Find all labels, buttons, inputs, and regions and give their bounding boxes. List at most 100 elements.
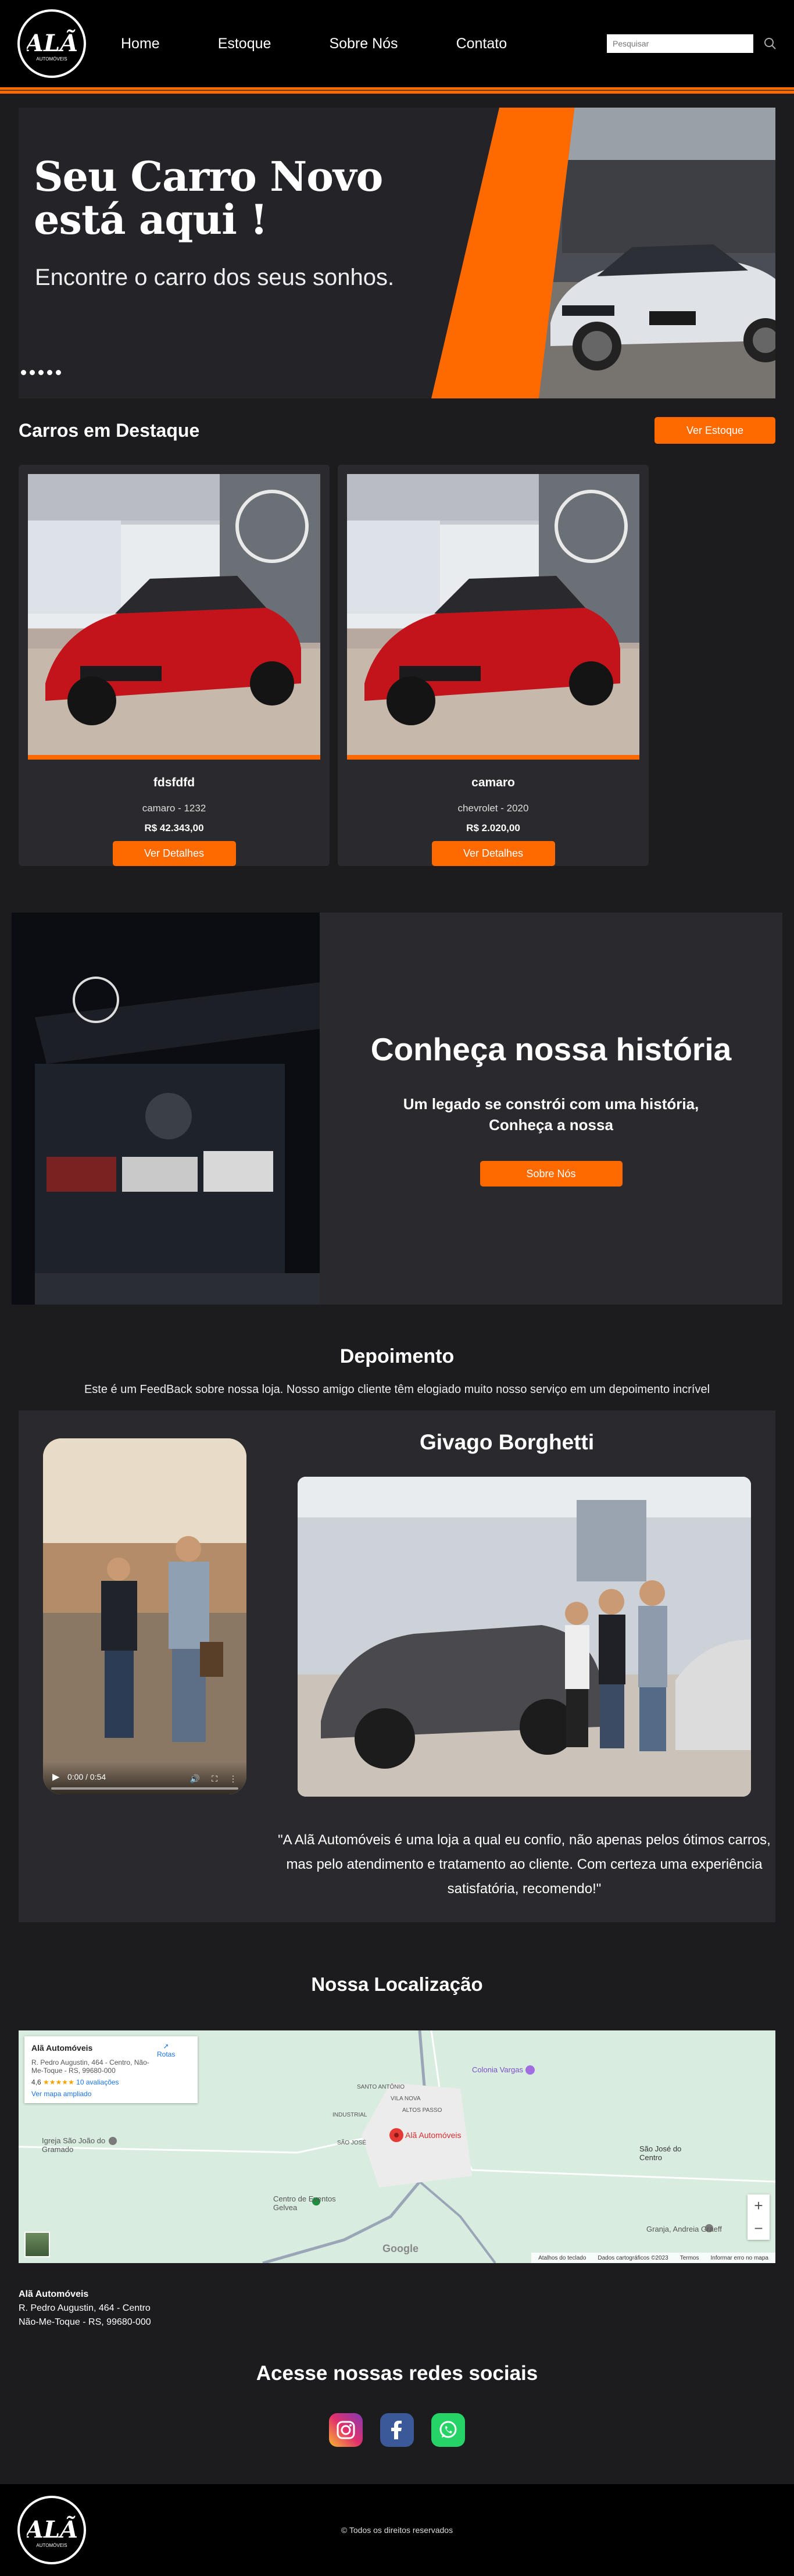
- hero-car-photo: [539, 108, 775, 398]
- about-us-button[interactable]: Sobre Nós: [480, 1161, 623, 1187]
- car-price: R$ 42.343,00: [144, 822, 204, 833]
- logo-mark: ALÃ AUTOMÓVEIS: [27, 30, 77, 62]
- car-card: camaro chevrolet - 2020 R$ 2.020,00 Ver …: [338, 465, 649, 866]
- view-details-button[interactable]: Ver Detalhes: [431, 840, 555, 866]
- map-label: Centro de Eventos Gelvea: [273, 2194, 336, 2212]
- zoom-out-icon[interactable]: −: [754, 2219, 763, 2237]
- nav-estoque[interactable]: Estoque: [218, 35, 271, 52]
- location-title: Nossa Localização: [311, 1973, 483, 1995]
- testimony-title: Depoimento: [339, 1345, 455, 1367]
- play-icon[interactable]: ▶: [52, 1771, 59, 1783]
- fullscreen-icon[interactable]: ⛶: [212, 1774, 217, 1784]
- map-label: SANTO ANTÔNIO: [357, 2084, 405, 2090]
- testimony-person-photo: [298, 1477, 751, 1797]
- hero-banner: Seu Carro Novo está aqui ! Encontre o ca…: [19, 108, 775, 398]
- carousel-dot[interactable]: [47, 370, 52, 375]
- nav-contato[interactable]: Contato: [456, 35, 507, 52]
- car-name: camaro: [471, 775, 515, 789]
- header-accent-stripe: [0, 87, 794, 94]
- featured-header: Carros em Destaque Ver Estoque: [0, 417, 794, 444]
- volume-icon[interactable]: 🔊: [190, 1774, 200, 1784]
- history-text: Conheça nossa história Um legado se cons…: [320, 913, 782, 1305]
- featured-title: Carros em Destaque: [19, 419, 200, 441]
- address-line2: Não-Me-Toque - RS, 99680-000: [19, 2317, 151, 2327]
- nav-sobre-nos[interactable]: Sobre Nós: [329, 35, 398, 52]
- car-photo[interactable]: [28, 474, 320, 760]
- map-label: Colonia Vargas: [472, 2065, 523, 2074]
- map-place-address: R. Pedro Augustin, 464 - Centro, Não-Me-…: [31, 2058, 149, 2075]
- testimony-quote: "A Alã Automóveis é uma loja a qual eu c…: [278, 1832, 771, 1897]
- map-zoom-controls: + −: [747, 2194, 770, 2240]
- map-label: ALTOS PASSO: [402, 2107, 442, 2114]
- main-nav: Home Estoque Sobre Nós Contato: [121, 35, 565, 52]
- history-subtitle: Um legado se constrói com uma história, …: [403, 1095, 699, 1134]
- featured-cards: fdsfdfd camaro - 1232 R$ 42.343,00 Ver D…: [0, 465, 794, 866]
- map-route-button[interactable]: ➚ Rotas: [157, 2042, 175, 2058]
- map-label: VILA NOVA: [391, 2096, 421, 2102]
- map-label: São José do Centro: [639, 2144, 682, 2162]
- hero-title-line2: está aqui !: [34, 195, 268, 244]
- nav-home[interactable]: Home: [121, 35, 160, 52]
- search-icon[interactable]: [764, 37, 777, 50]
- hero-title-line1: Seu Carro Novo: [34, 152, 383, 201]
- car-photo[interactable]: [347, 474, 639, 760]
- map-label: Igreja São João do Gramado: [42, 2136, 106, 2154]
- carousel-dot[interactable]: [56, 370, 61, 375]
- map-footer-shortcuts[interactable]: Atalhos do teclado: [538, 2255, 586, 2261]
- site-header: ALÃ AUTOMÓVEIS Home Estoque Sobre Nós Co…: [0, 0, 794, 87]
- store-photo: [12, 913, 320, 1305]
- map-footer-data: Dados cartográficos ©2023: [598, 2254, 668, 2261]
- google-logo: Google: [382, 2243, 419, 2254]
- map-footer-terms[interactable]: Termos: [680, 2255, 699, 2261]
- address-name: Alã Automóveis: [19, 2289, 89, 2299]
- carousel-dot[interactable]: [30, 370, 35, 375]
- video-time: 0:00 / 0:54: [67, 1772, 106, 1782]
- video-control-icons: 🔊 ⛶ ⋮: [190, 1774, 237, 1784]
- facebook-icon[interactable]: [380, 2413, 414, 2447]
- testimony-person-name: Givago Borghetti: [420, 1430, 595, 1454]
- map-label: SÃO JOSÉ: [337, 2140, 367, 2146]
- brand-logo[interactable]: ALÃ AUTOMÓVEIS: [17, 9, 86, 78]
- hero-carousel-dots: [21, 370, 61, 375]
- location-map[interactable]: Alã Automóveis R. Pedro Augustin, 464 - …: [19, 2030, 775, 2263]
- history-title: Conheça nossa história: [370, 1031, 732, 1067]
- star-rating-icon: ★★★★★: [43, 2078, 74, 2086]
- testimony-video[interactable]: ▶ 0:00 / 0:54 🔊 ⛶ ⋮: [43, 1438, 246, 1794]
- search-bar: [607, 34, 777, 53]
- car-model: chevrolet - 2020: [457, 802, 529, 814]
- testimony-card: ▶ 0:00 / 0:54 🔊 ⛶ ⋮ Givago Borghetti "A …: [19, 1410, 775, 1922]
- svg-text:ALÃ: ALÃ: [27, 30, 77, 57]
- map-reviews-link[interactable]: 10 avaliações: [76, 2078, 119, 2086]
- map-route-label: Rotas: [157, 2050, 176, 2058]
- video-progress-bar[interactable]: [51, 1787, 238, 1790]
- view-details-button[interactable]: Ver Detalhes: [112, 840, 236, 866]
- footer-copyright: © Todos os direitos reservados: [341, 2525, 453, 2535]
- whatsapp-icon[interactable]: [431, 2413, 465, 2447]
- svg-text:AUTOMÓVEIS: AUTOMÓVEIS: [36, 56, 67, 62]
- map-footer: Atalhos do teclado Dados cartográficos ©…: [531, 2253, 775, 2263]
- map-layer-toggle[interactable]: [24, 2232, 50, 2257]
- testimony-header: Depoimento Este é um FeedBack sobre noss…: [0, 1345, 794, 1396]
- map-label: INDUSTRIAL: [332, 2112, 367, 2118]
- map-place-name: Alã Automóveis: [31, 2043, 93, 2053]
- car-price: R$ 2.020,00: [466, 822, 520, 833]
- carousel-dot[interactable]: [21, 370, 26, 375]
- hero-title: Seu Carro Novo está aqui !: [34, 152, 383, 244]
- zoom-in-icon[interactable]: +: [754, 2197, 763, 2215]
- instagram-icon[interactable]: [329, 2413, 363, 2447]
- hero-subtitle: Encontre o carro dos seus sonhos.: [35, 265, 395, 290]
- social-links: [0, 2413, 794, 2447]
- map-rating: 4,6 ★★★★★ 10 avaliações: [31, 2078, 191, 2086]
- car-name: fdsfdfd: [153, 775, 195, 789]
- testimony-intro: Este é um FeedBack sobre nossa loja. Nos…: [84, 1383, 710, 1396]
- carousel-dot[interactable]: [38, 370, 44, 375]
- search-input[interactable]: [607, 34, 753, 53]
- address-block: Alã Automóveis R. Pedro Augustin, 464 - …: [19, 2288, 775, 2329]
- view-stock-button[interactable]: Ver Estoque: [654, 417, 775, 444]
- address-line1: R. Pedro Augustin, 464 - Centro: [19, 2303, 151, 2313]
- map-footer-report[interactable]: Informar erro no mapa: [711, 2255, 769, 2261]
- car-model: camaro - 1232: [142, 802, 206, 814]
- map-bigger-link[interactable]: Ver mapa ampliado: [31, 2090, 191, 2098]
- car-card: fdsfdfd camaro - 1232 R$ 42.343,00 Ver D…: [19, 465, 330, 866]
- more-options-icon[interactable]: ⋮: [229, 1774, 237, 1784]
